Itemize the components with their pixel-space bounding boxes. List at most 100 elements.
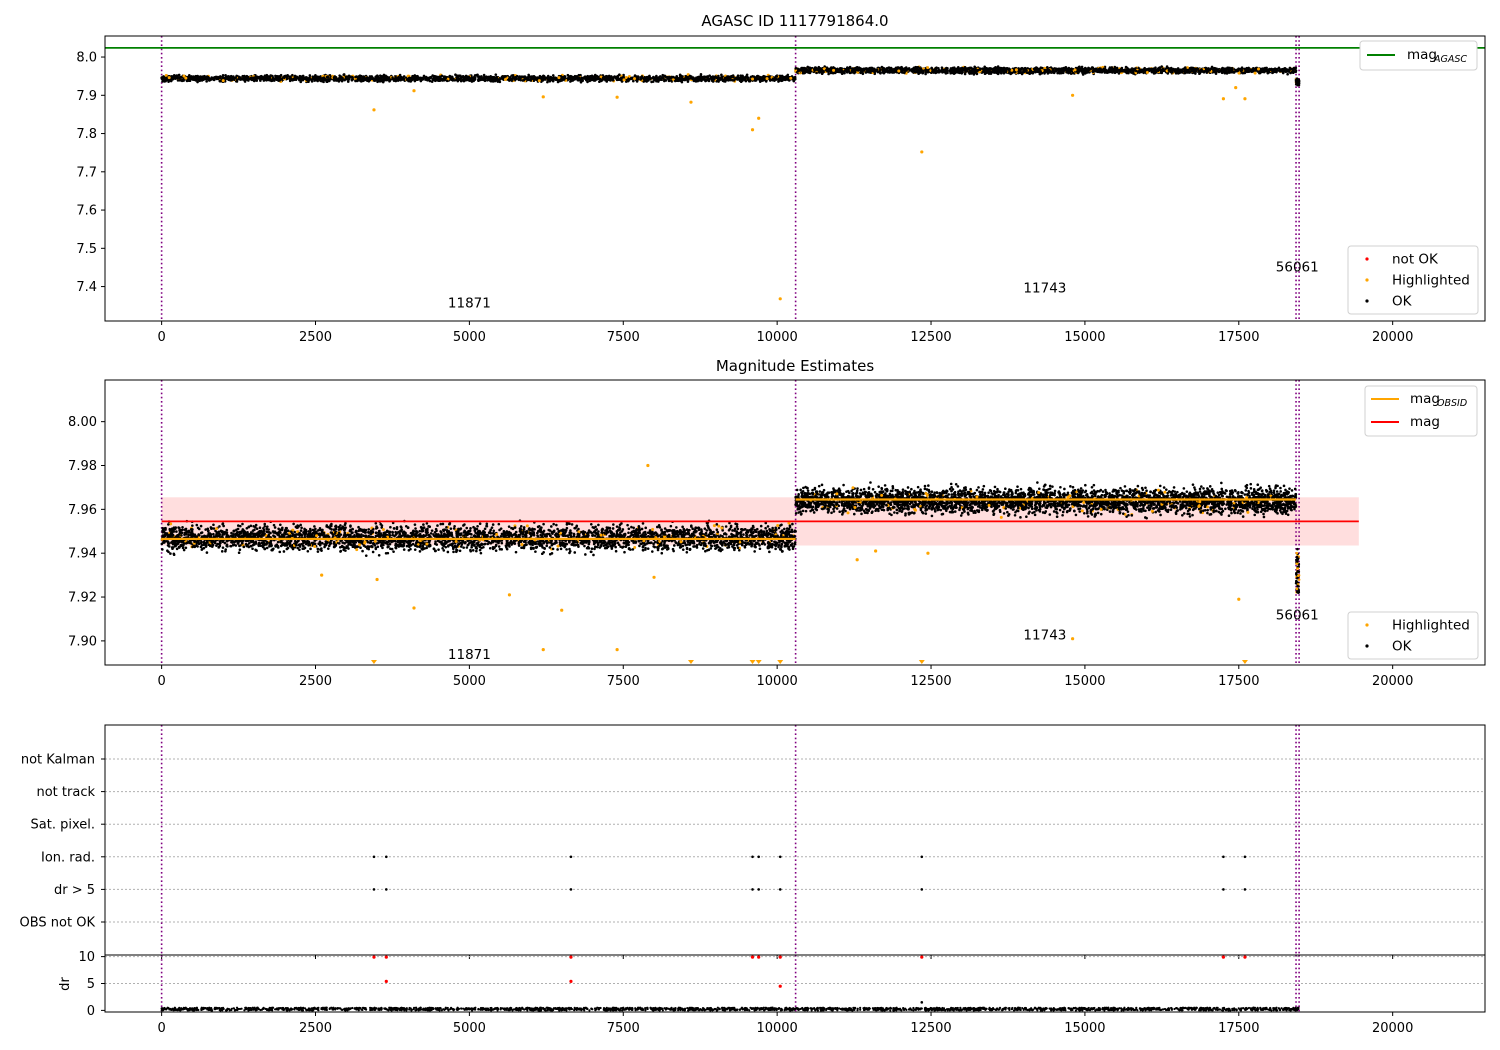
panel1-highlighted-point <box>633 77 637 81</box>
panel1-ok-point <box>241 74 245 78</box>
panel1-ok-point <box>577 76 581 80</box>
panel1-highlighted-point <box>557 76 561 80</box>
panel1-highlighted-point <box>1145 70 1149 74</box>
panel1-ok-point <box>900 70 903 73</box>
panel1-highlighted-point <box>789 76 793 80</box>
panel1-ok-point <box>734 76 738 80</box>
panel1-ok-point <box>1271 71 1274 75</box>
panel1-ok-point <box>472 79 475 83</box>
panel1-ok-point <box>551 79 555 83</box>
panel1-ok-point <box>627 77 630 81</box>
panel1-ok-point <box>696 77 700 81</box>
panel1-ok-point <box>579 80 583 84</box>
panel1-ok-point <box>543 78 547 81</box>
panel1-ok-point <box>515 74 519 78</box>
panel1-ok-point <box>775 75 779 78</box>
panel1-ok-point <box>1077 65 1081 69</box>
panel1-ok-point <box>379 77 383 80</box>
panel1-ok-point <box>1142 71 1145 75</box>
panel1-ok-point <box>723 77 727 81</box>
panel1-ok-point <box>164 79 167 83</box>
panel1-ok-point <box>250 76 253 80</box>
panel1-ok-point <box>504 75 507 78</box>
panel1-ok-point <box>325 78 329 82</box>
panel1-ok-point <box>540 76 543 80</box>
panel1-ok-point <box>369 77 372 81</box>
panel1-ok-point <box>268 75 272 78</box>
panel1-ok-point <box>307 77 310 80</box>
panel1-ok-point <box>532 78 536 82</box>
panel1-ok-point <box>1189 67 1192 71</box>
panel1-ok-point <box>636 78 639 81</box>
panel1-ok-point <box>321 76 325 80</box>
panel1-ok-point <box>630 76 633 80</box>
panel1-ok-point <box>190 76 193 79</box>
panel1-highlighted-point <box>926 66 930 70</box>
panel1-ok-point <box>732 76 735 79</box>
panel1-ok-point <box>491 76 495 80</box>
panel1-ok-point <box>428 77 431 80</box>
panel1-ok-point <box>402 75 406 78</box>
panel1-ok-point <box>346 80 350 83</box>
panel1-ok-point <box>197 77 201 80</box>
panel1-ok-point <box>663 75 667 78</box>
panel1-ok-point <box>468 77 471 80</box>
panel1-ok-point <box>794 67 798 70</box>
panel1-ok-point <box>1109 68 1112 71</box>
panel1-ok-point <box>299 77 302 81</box>
panel1-highlighted-point <box>537 79 541 83</box>
panel1-ok-point <box>205 80 208 83</box>
panel1-plot-area <box>105 36 1485 321</box>
panel1-ok-point <box>595 78 598 81</box>
panel1-ok-point <box>215 75 218 79</box>
panel1-ok-point <box>328 79 331 83</box>
panel1-ok-point <box>632 79 635 83</box>
panel1-ok-point <box>224 76 227 79</box>
panel1-ok-point <box>876 69 879 73</box>
panel1-ok-point <box>669 79 673 82</box>
panel1-ok-point <box>227 78 231 82</box>
panel1-ok-point <box>518 78 522 81</box>
panel1-ok-point <box>465 78 469 82</box>
panel1-ok-point <box>1294 66 1298 70</box>
panel1-ok-point <box>247 79 250 82</box>
panel1-ok-point <box>546 80 549 84</box>
panel1-ok-point <box>1234 69 1238 73</box>
panel1-highlighted-point <box>1237 71 1241 75</box>
panel1-ok-point <box>477 77 481 80</box>
panel1-ok-point <box>424 75 428 79</box>
panel1-ok-point <box>294 77 298 80</box>
panel1-ok-point <box>275 74 279 78</box>
panel1-ok-point <box>413 79 417 83</box>
panel1-ok-point <box>176 79 180 82</box>
panel1-ok-point <box>551 74 555 77</box>
panel1-ok-point <box>760 78 763 82</box>
panel1-ok-point <box>550 77 553 80</box>
panel1-ok-point <box>289 75 292 79</box>
panel1-ok-point <box>339 76 342 79</box>
panel1-ok-point <box>650 76 654 80</box>
panel1-ok-point <box>175 74 179 78</box>
panel1-ok-point <box>1194 67 1198 70</box>
panel1-ok-point <box>234 76 238 80</box>
panel1-ok-point <box>595 74 599 78</box>
panel1-ok-point <box>683 78 687 82</box>
panel1-ok-point <box>1045 66 1049 69</box>
panel1-ok-point <box>657 76 661 79</box>
panel1-ok-point <box>483 76 487 80</box>
panel1-highlighted-point <box>167 76 171 80</box>
panel1-ok-point <box>1022 69 1026 73</box>
panel1-ok-point <box>533 75 537 79</box>
panel1-ok-point <box>528 78 532 81</box>
panel1-ok-point <box>1141 69 1144 72</box>
panel1-ok-point <box>358 77 361 80</box>
panel1-ok-point <box>165 76 168 80</box>
panel1-highlighted-point <box>184 76 188 80</box>
panel1-ok-point <box>879 72 882 75</box>
panel1-ok-point <box>703 75 706 79</box>
panel1-ok-point <box>162 76 165 79</box>
panel1-highlighted-point <box>622 78 626 82</box>
panel1-ok-point <box>334 76 338 79</box>
panel1-ok-point <box>1183 66 1187 69</box>
panel1-ok-point <box>204 76 207 80</box>
